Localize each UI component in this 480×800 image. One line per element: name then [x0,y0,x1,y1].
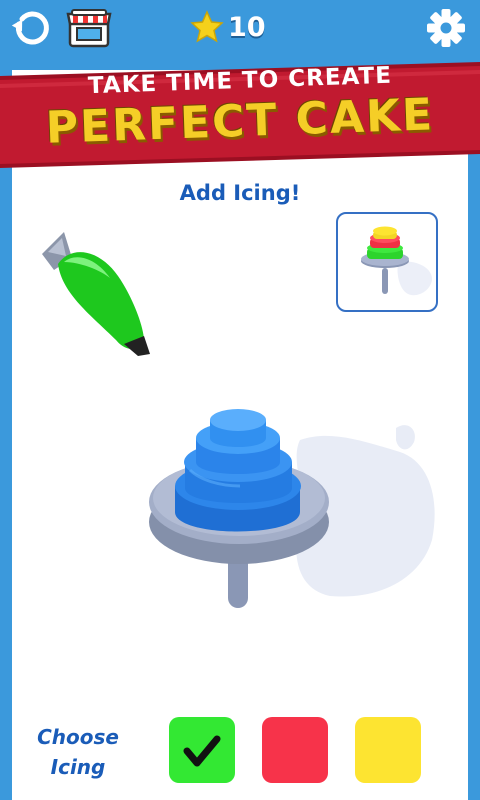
choose-icing-label: Choose Icing [37,725,119,779]
icing-swatch-red[interactable] [262,717,328,783]
cake [175,409,301,532]
cake-stage [42,232,435,608]
icing-swatch-yellow[interactable] [355,717,421,783]
icing-swatch-green[interactable] [169,717,235,783]
checkmark-icon [183,735,221,767]
icing-bag-icon[interactable] [42,232,150,356]
